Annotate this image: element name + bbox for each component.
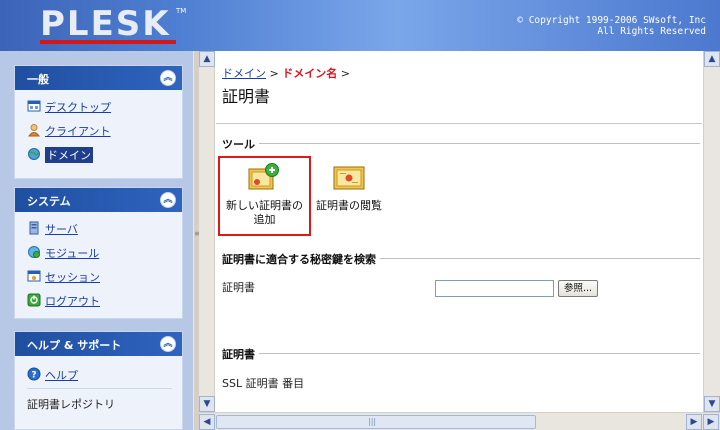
sidebar-item-label: ログアウト [45,295,100,308]
page-title: 証明書 [222,87,271,106]
view-certificate-icon [333,166,365,190]
desktop-icon [27,100,41,112]
left-sidebar: 一般 ︽ デスクトップ クライアント ドメイン システム ︽ サーバ モジュール… [0,51,193,430]
tools-section-header: ツール [222,136,700,152]
content-scrollbar[interactable]: ▲ ▼ [703,51,720,412]
add-certificate-label: 新しい証明書の 追加 [220,199,309,227]
collapse-help-button[interactable]: ︽ [160,336,176,352]
sidebar-item-label: デスクトップ [45,101,111,114]
general-panel-title: 一般 [27,73,49,86]
add-certificate-label-line1: 新しい証明書の [226,199,303,212]
horizontal-scrollbar[interactable]: ◀ ||| ▶ ▶ [199,412,720,430]
top-header: PLESK TM © Copyright 1999-2006 SWsoft, I… [0,0,720,51]
certificate-list-header: SSL 証明書 番目 [222,377,305,390]
collapse-general-button[interactable]: ︽ [160,70,176,86]
certificate-repository-label: 証明書レポジトリ [27,398,115,411]
plesk-window: PLESK TM © Copyright 1999-2006 SWsoft, I… [0,0,720,430]
section-rule [222,353,700,354]
breadcrumb-domain-name[interactable]: ドメイン名 [282,67,337,80]
help-panel-header[interactable]: ヘルプ & サポート ︽ [15,332,182,356]
logout-icon [27,293,41,307]
svg-text:?: ? [31,371,36,381]
certificate-file-input[interactable] [435,280,554,297]
add-new-certificate-button[interactable]: 新しい証明書の 追加 [220,155,309,237]
system-panel-title: システム [27,195,71,208]
breadcrumb-domains-link[interactable]: ドメイン [222,67,266,80]
scroll-down-button[interactable]: ▼ [199,396,215,412]
key-search-section-header: 証明書に適合する秘密鍵を検索 [222,251,700,267]
logo-underline [40,40,176,44]
key-search-section-label: 証明書に適合する秘密鍵を検索 [222,251,380,267]
server-icon [29,221,39,235]
sidebar-item-label: ドメイン [45,147,93,163]
add-certificate-icon [248,163,279,190]
sidebar-item-label: サーバ [45,223,78,236]
scroll-left-button[interactable]: ◀ [199,414,215,430]
view-certificates-label: 証明書の閲覧 [311,199,387,213]
breadcrumb-separator: > [266,67,283,80]
add-certificate-label-line2: 追加 [253,213,276,226]
browse-button[interactable]: 参照... [558,280,598,297]
view-certificates-label-line1: 証明書の閲覧 [316,199,382,212]
help-panel: ヘルプ & サポート ︽ ? ヘルプ 証明書レポジトリ [14,331,183,430]
content-area: ドメイン > ドメイン名 > 証明書 ツール 新しい証明書の 追加 証明書の閲覧… [216,51,702,412]
scroll-right-button[interactable]: ▶ [686,414,702,430]
scroll-up-button[interactable]: ▲ [199,51,215,67]
title-divider [216,123,702,124]
main-frame: ▲ ▼ ドメイン > ドメイン名 > 証明書 ツール 新しい証明書の 追加 証明… [199,51,720,430]
sessions-icon [27,270,41,282]
content-scroll-up-button[interactable]: ▲ [704,51,720,67]
sidebar-item-label: セッション [45,271,100,284]
plesk-logo: PLESK [40,4,171,44]
collapse-system-button[interactable]: ︽ [160,192,176,208]
sidebar-item-label: モジュール [45,247,100,260]
help-panel-title: ヘルプ & サポート [27,339,122,352]
breadcrumb: ドメイン > ドメイン名 > [222,65,350,81]
breadcrumb-separator: > [337,67,350,80]
modules-icon [28,246,40,258]
certificate-field-label: 証明書 [222,281,255,294]
copyright-line-1: © Copyright 1999-2006 SWsoft, Inc [517,15,706,26]
scroll-grip-icon: ||| [368,417,377,426]
horizontal-scroll-thumb[interactable]: ||| [216,415,536,429]
certificates-section-header: 証明書 [222,346,700,362]
section-rule [222,143,700,144]
content-scroll-down-button[interactable]: ▼ [704,396,720,412]
sidebar-item-label: ヘルプ [45,369,78,382]
content-scroll-right-button[interactable]: ▶ [703,414,719,430]
system-panel-header[interactable]: システム ︽ [15,188,182,212]
domain-icon [28,148,40,160]
logo-trademark: TM [176,7,187,15]
general-panel: 一般 ︽ デスクトップ クライアント ドメイン [14,65,183,179]
sidebar-scrollbar[interactable]: ▲ ▼ [199,51,215,412]
tools-section-label: ツール [222,136,259,152]
certificates-section-label: 証明書 [222,346,259,362]
help-divider [27,388,172,389]
general-panel-header[interactable]: 一般 ︽ [15,66,182,90]
sidebar-item-label: クライアント [45,125,111,138]
copyright-notice: © Copyright 1999-2006 SWsoft, Inc All Ri… [517,15,706,37]
copyright-line-2: All Rights Reserved [597,26,706,37]
help-icon: ? [27,367,41,381]
view-certificates-button[interactable]: 証明書の閲覧 [311,155,387,237]
system-panel: システム ︽ サーバ モジュール セッション ログアウト [14,187,183,319]
client-icon [28,124,40,137]
